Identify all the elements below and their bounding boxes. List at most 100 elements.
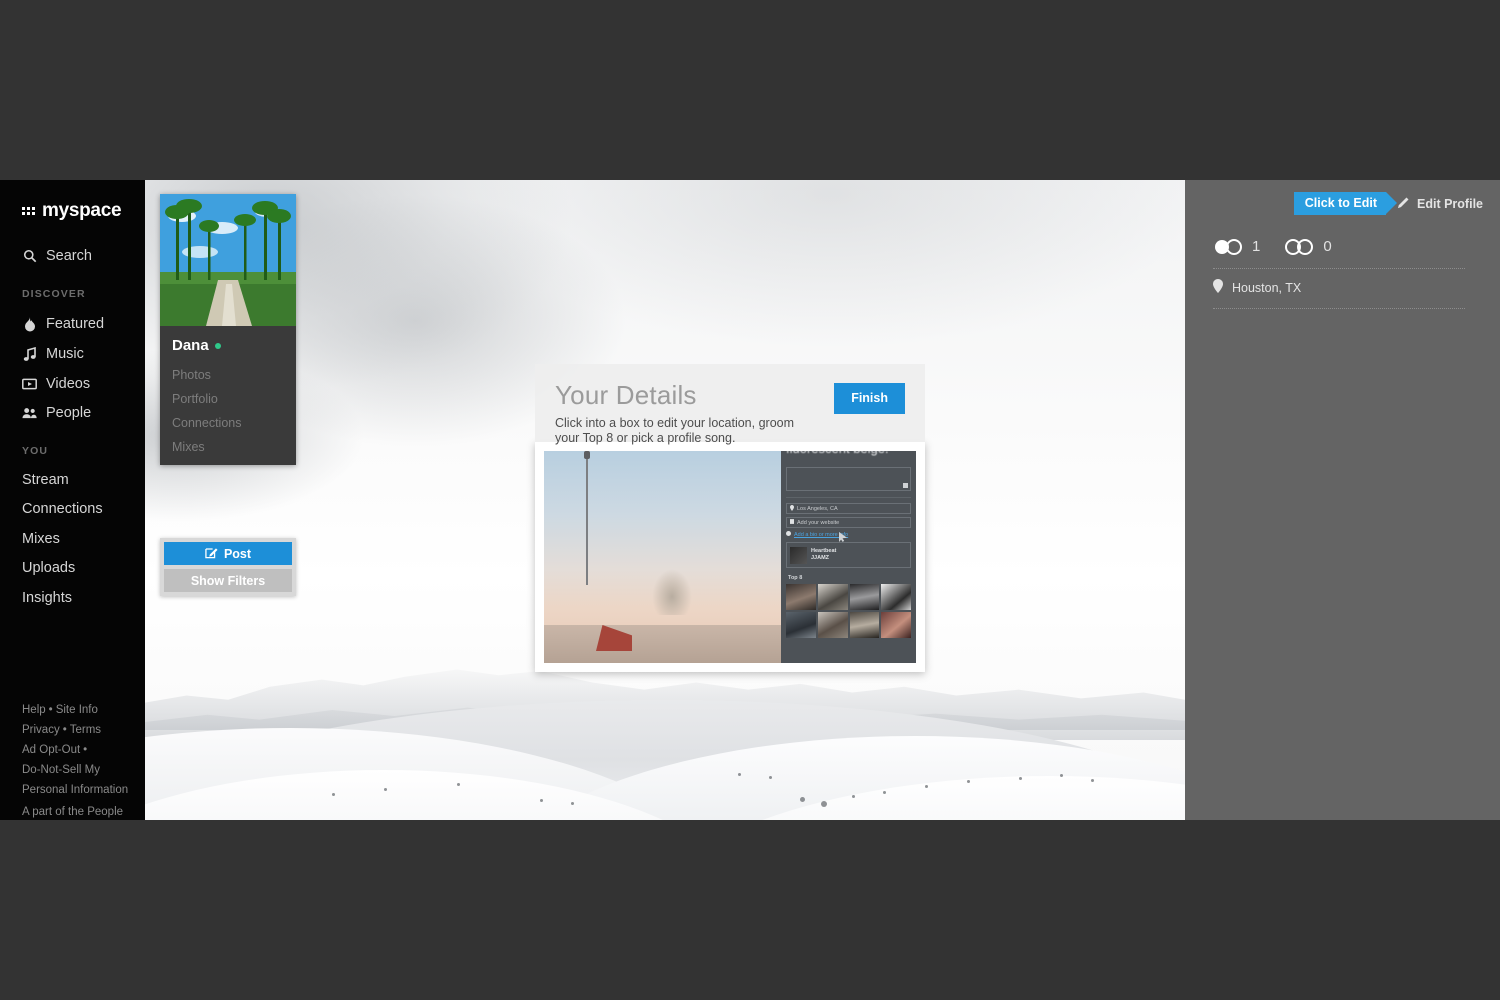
profile-avatar-photo[interactable] bbox=[160, 194, 296, 326]
tutorial-song-artwork bbox=[790, 546, 807, 564]
left-sidebar: myspace Search DISCOVER Featured Music V… bbox=[0, 180, 145, 820]
modal-body: fluorescent beige. Los Angeles, CA bbox=[535, 442, 925, 672]
modal-subtitle: Click into a box to edit your location, … bbox=[555, 416, 795, 445]
tutorial-song-title: Heartbeat bbox=[811, 548, 837, 554]
tutorial-bush bbox=[652, 569, 692, 615]
your-details-modal: Your Details Click into a box to edit yo… bbox=[535, 364, 925, 672]
top8-avatar bbox=[881, 612, 911, 638]
profile-action-buttons: Post Show Filters bbox=[160, 538, 296, 596]
tutorial-website-text: Add your website bbox=[797, 519, 840, 526]
sidebar-item-featured[interactable]: Featured bbox=[22, 316, 104, 332]
footer-link-terms[interactable]: Terms bbox=[70, 724, 101, 736]
online-status-dot bbox=[214, 342, 221, 349]
profile-location[interactable]: Houston, TX bbox=[1213, 279, 1301, 296]
sidebar-item-label: Search bbox=[46, 248, 92, 264]
compose-icon bbox=[205, 546, 218, 562]
post-button[interactable]: Post bbox=[164, 542, 292, 565]
profile-link-photos[interactable]: Photos bbox=[160, 363, 296, 387]
panel-divider bbox=[1213, 268, 1465, 269]
tutorial-top8-grid[interactable] bbox=[786, 584, 911, 638]
top8-avatar bbox=[786, 612, 816, 638]
top8-avatar bbox=[817, 612, 848, 638]
stat-connections[interactable]: 1 bbox=[1213, 238, 1260, 255]
top8-avatar bbox=[817, 584, 848, 610]
show-filters-button[interactable]: Show Filters bbox=[164, 569, 292, 592]
map-pin-icon bbox=[1213, 279, 1223, 296]
footer-link-help[interactable]: Help bbox=[22, 704, 46, 716]
edit-profile-button[interactable]: Edit Profile bbox=[1397, 196, 1483, 212]
stat-value: 1 bbox=[1252, 238, 1261, 255]
footer-link-do-not-sell-1[interactable]: Do-Not-Sell My bbox=[22, 764, 100, 776]
profile-link-connections[interactable]: Connections bbox=[160, 411, 296, 435]
top8-avatar bbox=[849, 584, 880, 610]
tutorial-panel-side: fluorescent beige. Los Angeles, CA bbox=[781, 451, 916, 663]
sidebar-section-discover: DISCOVER bbox=[22, 288, 86, 300]
sidebar-footer-links: Help • Site Info Privacy • Terms Ad Opt-Out •… bbox=[22, 700, 142, 800]
footer-part-of-people: A part of the People bbox=[22, 806, 124, 818]
music-note-icon bbox=[22, 347, 37, 362]
tutorial-location-field[interactable]: Los Angeles, CA bbox=[786, 503, 911, 514]
post-button-label: Post bbox=[223, 546, 252, 561]
pencil-icon bbox=[1397, 196, 1410, 212]
footer-link-ad-opt-out[interactable]: Ad Opt-Out bbox=[22, 744, 80, 756]
footer-sep: • bbox=[83, 744, 88, 756]
info-circle-icon bbox=[786, 531, 791, 538]
sidebar-item-music[interactable]: Music bbox=[22, 346, 84, 362]
sidebar-section-you: YOU bbox=[22, 445, 49, 457]
tutorial-headline: fluorescent beige. bbox=[786, 451, 889, 456]
show-filters-label: Show Filters bbox=[190, 573, 266, 588]
tutorial-tower bbox=[584, 451, 590, 585]
modal-header: Your Details Click into a box to edit yo… bbox=[535, 364, 925, 445]
sidebar-item-people[interactable]: People bbox=[22, 405, 91, 421]
click-to-edit-callout[interactable]: Click to Edit bbox=[1293, 192, 1398, 215]
sidebar-item-videos[interactable]: Videos bbox=[22, 376, 90, 392]
tutorial-top8-label: Top 8 bbox=[788, 575, 803, 581]
sidebar-item-stream[interactable]: Stream bbox=[22, 472, 69, 488]
tutorial-song-artist: JJAMZ bbox=[811, 555, 830, 561]
profile-link-portfolio[interactable]: Portfolio bbox=[160, 387, 296, 411]
tutorial-bio-link[interactable]: Add a bio or more info bbox=[786, 531, 911, 538]
sidebar-item-search[interactable]: Search bbox=[22, 248, 92, 264]
footer-sep: • bbox=[62, 724, 67, 736]
footer-link-do-not-sell-2[interactable]: Personal Information bbox=[22, 784, 128, 796]
tutorial-ground bbox=[544, 625, 781, 663]
stat-followers[interactable]: 0 bbox=[1284, 238, 1332, 255]
sidebar-item-connections[interactable]: Connections bbox=[22, 501, 103, 517]
profile-name: Dana bbox=[172, 337, 209, 354]
tutorial-divider bbox=[786, 497, 911, 498]
myspace-logo[interactable]: myspace bbox=[22, 200, 122, 222]
footer-link-site-info[interactable]: Site Info bbox=[56, 704, 98, 716]
sidebar-item-mixes[interactable]: Mixes bbox=[22, 531, 60, 547]
search-icon bbox=[22, 249, 37, 264]
sidebar-item-label: Videos bbox=[46, 376, 91, 392]
sidebar-item-uploads[interactable]: Uploads bbox=[22, 560, 75, 576]
footer-link-privacy[interactable]: Privacy bbox=[22, 724, 60, 736]
edit-profile-label: Edit Profile bbox=[1417, 196, 1483, 211]
profile-link-mixes[interactable]: Mixes bbox=[160, 435, 296, 465]
flame-icon bbox=[22, 316, 37, 332]
top8-avatar bbox=[881, 584, 911, 610]
tutorial-location-text: Los Angeles, CA bbox=[797, 505, 838, 512]
profile-details-panel: Click to Edit Edit Profile 1 0 Houston, … bbox=[1185, 180, 1500, 820]
click-to-edit-label: Click to Edit bbox=[1304, 196, 1378, 210]
venn-outline-icon bbox=[1284, 238, 1314, 255]
top8-avatar bbox=[786, 584, 816, 610]
tutorial-song-field[interactable]: Heartbeat JJAMZ bbox=[786, 542, 911, 568]
top8-avatar bbox=[849, 612, 880, 638]
people-icon bbox=[22, 406, 37, 421]
logo-dots-icon bbox=[22, 207, 35, 215]
app-page: myspace Search DISCOVER Featured Music V… bbox=[0, 180, 1500, 820]
connection-stats: 1 0 bbox=[1213, 238, 1332, 255]
edit-controls: Click to Edit Edit Profile bbox=[1293, 192, 1483, 215]
logo-text: myspace bbox=[42, 200, 122, 221]
venn-filled-icon bbox=[1213, 238, 1243, 255]
profile-location-text: Houston, TX bbox=[1232, 280, 1302, 295]
tutorial-website-field[interactable]: Add your website bbox=[786, 517, 911, 528]
sidebar-item-insights[interactable]: Insights bbox=[22, 590, 72, 606]
sidebar-item-label: Music bbox=[46, 346, 84, 362]
panel-divider bbox=[1213, 308, 1465, 309]
map-pin-icon bbox=[790, 504, 794, 513]
tutorial-song: Heartbeat JJAMZ bbox=[790, 546, 837, 564]
finish-button[interactable]: Finish bbox=[834, 383, 905, 414]
main-content: Dana Photos Portfolio Connections Mixes … bbox=[145, 180, 1185, 820]
